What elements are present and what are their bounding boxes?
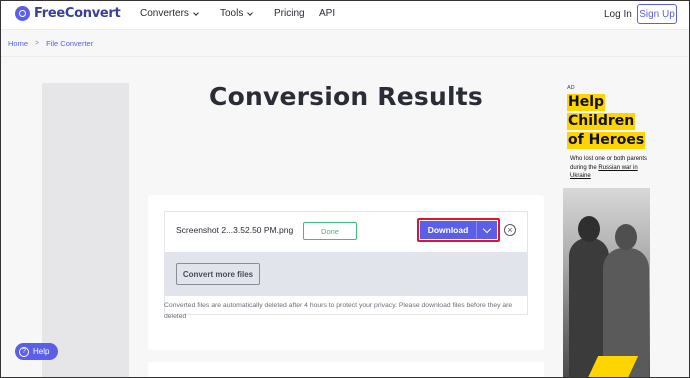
chevron-down-icon	[482, 224, 492, 233]
ad-subtext: Who lost one or both parents during the …	[570, 155, 648, 181]
left-ad-placeholder	[42, 83, 129, 378]
ad-label: AD	[567, 85, 575, 91]
help-label: Help	[33, 347, 50, 356]
breadcrumb-home[interactable]: Home	[8, 39, 28, 48]
nav-converters[interactable]: Converters	[140, 8, 199, 19]
status-badge: Done	[303, 222, 357, 240]
breadcrumb: Home > File Converter	[8, 39, 93, 48]
login-link[interactable]: Log In	[604, 9, 632, 20]
logo[interactable]: FreeConvert	[15, 6, 121, 21]
download-button[interactable]: Download	[420, 221, 477, 239]
ad-headline-line[interactable]: Help	[567, 94, 606, 111]
page-title: Conversion Results	[209, 82, 483, 111]
help-button[interactable]: ? Help	[15, 343, 58, 360]
ad-headline-line[interactable]: Children	[567, 113, 636, 130]
chevron-down-icon	[247, 9, 254, 16]
nav-pricing-label: Pricing	[274, 8, 305, 19]
breadcrumb-divider	[0, 56, 690, 57]
nav-tools-label: Tools	[220, 8, 244, 19]
breadcrumb-current[interactable]: File Converter	[46, 39, 93, 48]
help-icon: ?	[19, 346, 29, 357]
download-options-toggle[interactable]	[477, 221, 497, 239]
ad-photo[interactable]	[563, 188, 650, 378]
top-header: FreeConvert Converters Tools Pricing API…	[0, 0, 690, 30]
logo-icon	[15, 6, 30, 21]
file-name: Screenshot 2...3.52.50 PM.png	[176, 225, 294, 235]
ad-photo-figure	[615, 224, 637, 250]
ad-photo-figure	[578, 216, 600, 242]
results-card: Screenshot 2...3.52.50 PM.png Done Downl…	[148, 195, 544, 350]
breadcrumb-separator: >	[35, 40, 40, 47]
download-highlight: Download	[417, 218, 500, 242]
nav-pricing[interactable]: Pricing	[274, 8, 305, 19]
privacy-note: Converted files are automatically delete…	[164, 302, 513, 320]
chevron-down-icon	[193, 9, 199, 16]
nav-api-label: API	[319, 8, 336, 19]
convert-more-button[interactable]: Convert more files	[176, 263, 260, 285]
nav-converters-label: Converters	[140, 8, 189, 19]
convert-more-row: Convert more files	[165, 252, 527, 296]
ad-headline-line[interactable]: of Heroes	[567, 132, 646, 149]
signup-button[interactable]: Sign Up	[637, 4, 677, 24]
nav-api[interactable]: API	[319, 8, 335, 19]
nav-tools[interactable]: Tools	[220, 8, 254, 19]
logo-text: FreeConvert	[34, 6, 121, 21]
secondary-card	[148, 362, 544, 378]
close-circle-icon[interactable]: ×	[504, 224, 516, 236]
